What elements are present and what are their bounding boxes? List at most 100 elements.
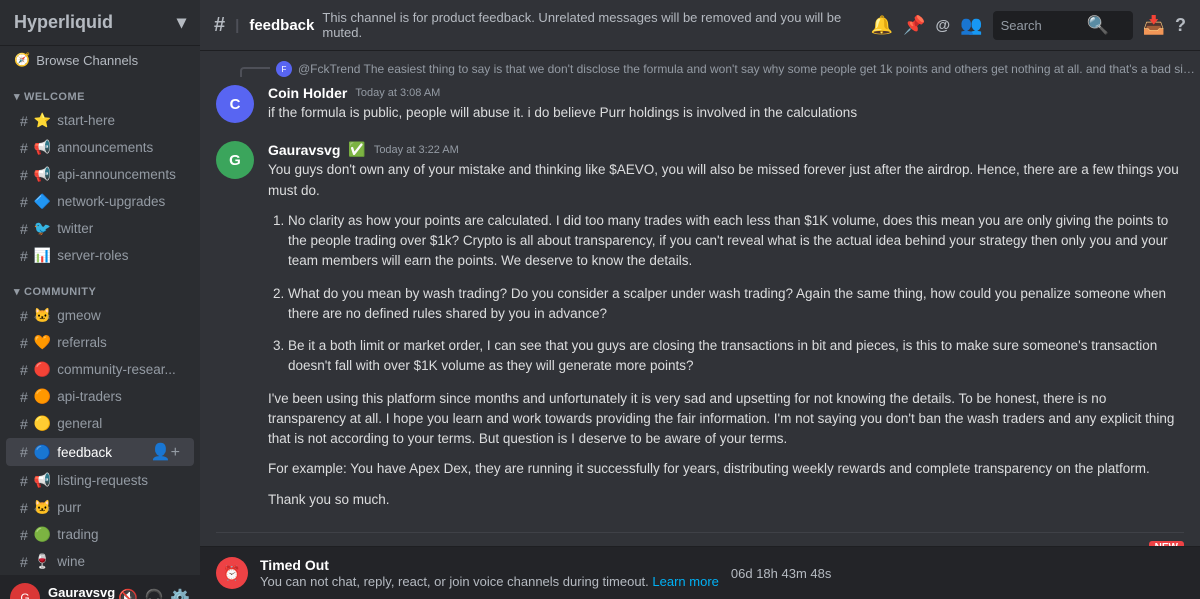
channel-title: # | feedback — [214, 14, 314, 37]
hash-icon: # — [20, 335, 28, 351]
channel-wine[interactable]: # 🍷 wine — [6, 549, 194, 574]
channel-name-label: feedback — [249, 17, 314, 34]
channel-general[interactable]: # 🟡 general — [6, 411, 194, 436]
timeout-timer: 06d 18h 43m 48s — [731, 566, 831, 581]
search-box: 🔍 — [993, 11, 1133, 40]
add-member-icon[interactable]: 👤+ — [151, 442, 180, 462]
timeout-message: You can not chat, reply, react, or join … — [260, 574, 719, 589]
channel-network-upgrades[interactable]: # 🔷 network-upgrades — [6, 189, 194, 214]
hash-icon: # — [20, 308, 28, 324]
reply-line-decoration — [240, 67, 270, 77]
reply-text: @FckTrend The easiest thing to say is th… — [298, 62, 1198, 76]
server-header[interactable]: Hyperliquid ▾ — [0, 0, 200, 46]
list-item-2: What do you mean by wash trading? Do you… — [288, 284, 1184, 325]
server-name: Hyperliquid — [14, 12, 113, 33]
hash-icon: # — [20, 140, 28, 156]
message-coin-holder: C Coin Holder Today at 3:08 AM if the fo… — [200, 81, 1200, 137]
message-content: Coin Holder Today at 3:08 AM if the form… — [268, 85, 1184, 133]
members-icon[interactable]: 👥 — [960, 15, 982, 36]
message-outro3: Thank you so much. — [268, 490, 1184, 510]
hash-icon: # — [20, 500, 28, 516]
search-icon[interactable]: 🔍 — [1087, 15, 1109, 36]
channel-api-announcements[interactable]: # 📢 api-announcements — [6, 162, 194, 187]
message-username: Coin Holder — [268, 85, 347, 101]
msg-header-2: Gauravsvg ✅ Today at 3:22 AM — [268, 141, 1184, 158]
channel-trading[interactable]: # 🟢 trading — [6, 522, 194, 547]
user-avatar: G — [10, 583, 40, 599]
user-panel: G Gauravsvg Online 🔇 🎧 ⚙️ — [0, 575, 200, 599]
channel-purr[interactable]: # 🐱 purr — [6, 495, 194, 520]
channel-description: This channel is for product feedback. Un… — [322, 10, 862, 40]
topbar-actions: 🔔 📌 @ 👥 🔍 📥 ? — [871, 11, 1186, 40]
list-item-1: No clarity as how your points are calcul… — [288, 211, 1184, 272]
channel-gmeow[interactable]: # 🐱 gmeow — [6, 303, 194, 328]
server-chevron: ▾ — [177, 12, 186, 33]
settings-icon[interactable]: ⚙️ — [170, 588, 190, 599]
verified-icon: ✅ — [348, 141, 365, 158]
channel-referrals[interactable]: # 🧡 referrals — [6, 330, 194, 355]
message-timestamp: Today at 3:08 AM — [355, 87, 440, 99]
divider — [216, 532, 1184, 533]
timeout-info: Timed Out You can not chat, reply, react… — [260, 557, 719, 589]
community-section: ▾ COMMUNITY — [0, 269, 200, 302]
hash-icon: # — [20, 113, 28, 129]
welcome-section: ▾ WELCOME — [0, 74, 200, 107]
msg-header: Coin Holder Today at 3:08 AM — [268, 85, 1184, 101]
timeout-title: Timed Out — [260, 557, 329, 573]
hash-icon: # — [20, 248, 28, 264]
hash-icon: # — [20, 362, 28, 378]
timeout-bar: ⏰ Timed Out You can not chat, reply, rea… — [200, 546, 1200, 599]
hash-icon: # — [20, 473, 28, 489]
browse-channels-button[interactable]: 🧭 Browse Channels — [0, 46, 200, 74]
main-content: # | feedback This channel is for product… — [200, 0, 1200, 599]
reply-snippet: F @FckTrend The easiest thing to say is … — [200, 61, 1200, 77]
hash-icon: # — [20, 527, 28, 543]
user-controls: 🔇 🎧 ⚙️ — [118, 588, 190, 599]
inbox-icon[interactable]: 📥 — [1143, 15, 1165, 36]
channel-community-research[interactable]: # 🔴 community-resear... — [6, 357, 194, 382]
learn-more-link[interactable]: Learn more — [652, 574, 718, 589]
channel-feedback[interactable]: # 🔵 feedback 👤+ — [6, 438, 194, 466]
compass-icon: 🧭 — [14, 52, 30, 68]
message-outro1: I've been using this platform since mont… — [268, 389, 1184, 450]
message-timestamp-2: Today at 3:22 AM — [374, 144, 459, 156]
channel-twitter[interactable]: # 🐦 twitter — [6, 216, 194, 241]
hash-icon: # — [20, 221, 28, 237]
hash-icon: # — [20, 554, 28, 570]
message-content-2: Gauravsvg ✅ Today at 3:22 AM You guys do… — [268, 141, 1184, 520]
search-input[interactable] — [1001, 18, 1081, 33]
mute-icon[interactable]: 🔇 — [118, 588, 138, 599]
hash-icon: # — [20, 194, 28, 210]
channel-start-here[interactable]: # ⭐ start-here — [6, 108, 194, 133]
username-label: Gauravsvg — [48, 585, 110, 599]
channel-api-traders[interactable]: # 🟠 api-traders — [6, 384, 194, 409]
timeout-icon: ⏰ — [223, 565, 240, 582]
avatar-coin-holder: C — [216, 85, 254, 123]
timeout-avatar: ⏰ — [216, 557, 248, 589]
list-item-3: Be it a both limit or market order, I ca… — [288, 336, 1184, 377]
user-info: Gauravsvg Online — [48, 585, 110, 599]
message-outro2: For example: You have Apex Dex, they are… — [268, 459, 1184, 479]
hash-icon: # — [20, 167, 28, 183]
reply-avatar: F — [276, 61, 292, 77]
channel-listing-requests[interactable]: # 📢 listing-requests — [6, 468, 194, 493]
bell-icon[interactable]: 🔔 — [871, 15, 893, 36]
mention-icon[interactable]: @ — [936, 17, 951, 34]
message-list: No clarity as how your points are calcul… — [268, 211, 1184, 377]
pin-icon[interactable]: 📌 — [903, 15, 925, 36]
headset-icon[interactable]: 🎧 — [144, 588, 164, 599]
hash-icon: # — [20, 444, 28, 460]
channel-hash-icon: # — [214, 14, 225, 37]
channel-announcements[interactable]: # 📢 announcements — [6, 135, 194, 160]
messages-area: F @FckTrend The easiest thing to say is … — [200, 51, 1200, 546]
message-text: if the formula is public, people will ab… — [268, 103, 1184, 123]
message-gauravsvg: G Gauravsvg ✅ Today at 3:22 AM You guys … — [200, 137, 1200, 524]
hash-icon: # — [20, 389, 28, 405]
help-icon[interactable]: ? — [1175, 15, 1186, 36]
topbar-divider: | — [235, 17, 239, 34]
channel-server-roles[interactable]: # 📊 server-roles — [6, 243, 194, 268]
message-username-2: Gauravsvg — [268, 142, 340, 158]
topbar: # | feedback This channel is for product… — [200, 0, 1200, 51]
hash-icon: # — [20, 416, 28, 432]
sidebar: Hyperliquid ▾ 🧭 Browse Channels ▾ WELCOM… — [0, 0, 200, 599]
